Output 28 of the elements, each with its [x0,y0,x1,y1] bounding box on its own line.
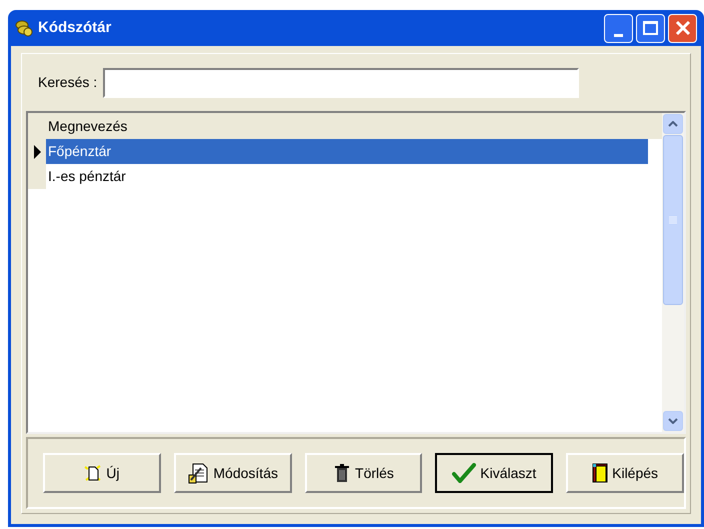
row-pointer-icon [34,144,40,158]
maximize-icon [643,21,658,35]
toolbar-button[interactable]: Módosítás [174,453,292,493]
search-field[interactable] [103,68,580,98]
toolbar-button[interactable]: Kilépés [566,453,684,493]
trash-icon [333,463,352,483]
checkmark-icon [452,463,476,483]
toolbar-button[interactable]: Kiválaszt [435,453,554,493]
toolbar-button[interactable]: Új [43,453,161,493]
toolbar-button[interactable]: Törlés [304,453,422,493]
scroll-up-button[interactable] [663,114,683,134]
maximize-button[interactable] [636,14,665,42]
coins-icon [15,19,33,37]
close-icon [674,20,690,36]
search-label: Keresés : [38,73,98,92]
table-row[interactable]: Főpénztár [46,139,648,164]
window-title: Kódszótár [38,18,112,38]
scroll-down-button[interactable] [663,411,683,431]
table-row[interactable]: I.-es pénztár [46,164,648,189]
new-document-icon [84,464,102,482]
door-icon [592,463,608,483]
minimize-button[interactable] [604,14,633,42]
minimize-icon [614,34,623,36]
close-button[interactable] [668,14,697,42]
edit-document-icon [187,462,210,484]
scroll-thumb[interactable] [663,135,683,305]
grip-icon [669,216,677,224]
scrollbar[interactable] [662,113,684,432]
